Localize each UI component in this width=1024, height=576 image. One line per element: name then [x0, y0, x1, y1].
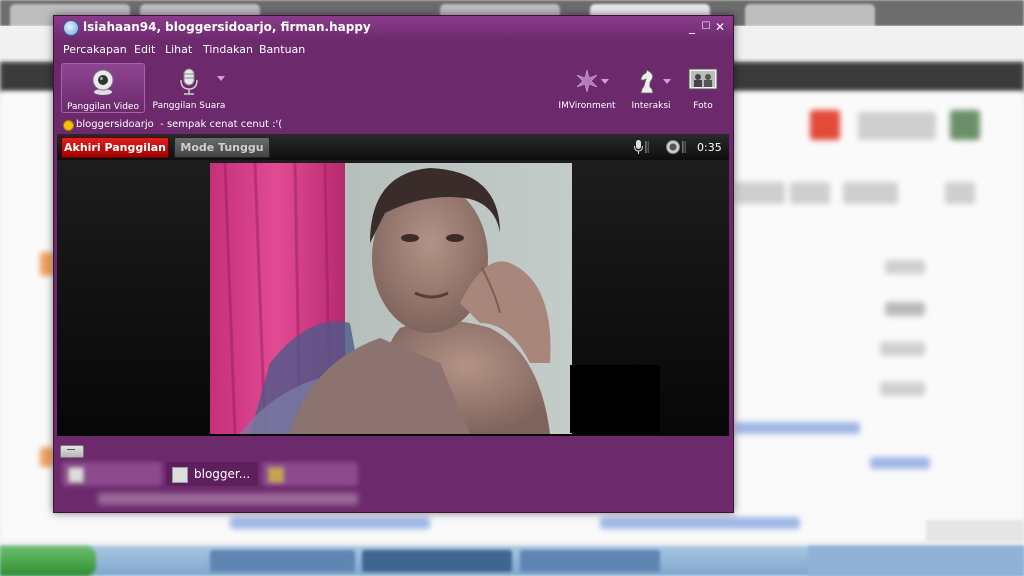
chevron-down-icon [663, 79, 671, 84]
window-titlebar[interactable]: lsiahaan94, bloggersidoarjo, firman.happ… [54, 16, 733, 40]
hold-button[interactable]: Mode Tunggu [174, 137, 270, 158]
window-title: lsiahaan94, bloggersidoarjo, firman.happ… [83, 20, 371, 34]
voice-call-button[interactable]: Panggilan Suara [150, 63, 228, 111]
microphone-volume-icon[interactable] [633, 139, 649, 155]
minimize-button[interactable]: _ [686, 20, 698, 34]
menu-edit[interactable]: Edit [134, 43, 155, 56]
imvironment-icon [576, 69, 598, 93]
conversation-tab-active[interactable]: blogger... [166, 462, 258, 486]
close-button[interactable]: ✕ [714, 20, 726, 34]
imvironment-label: IMVironment [558, 101, 616, 111]
chevron-down-icon [601, 79, 609, 84]
browser-tab [745, 4, 875, 26]
start-button [0, 546, 96, 576]
menu-tindakan[interactable]: Tindakan [203, 43, 253, 56]
system-tray [808, 546, 1024, 576]
taskbar-button [520, 550, 660, 572]
menu-lihat[interactable]: Lihat [165, 43, 192, 56]
imvironment-button[interactable]: IMVironment [556, 63, 618, 111]
video-call-label: Panggilan Video [67, 102, 139, 112]
maximize-button[interactable]: ☐ [700, 20, 712, 34]
avatar [268, 467, 284, 483]
speaker-volume-icon[interactable] [665, 139, 687, 155]
conversation-tab[interactable] [262, 462, 358, 486]
conversation-tab-label: blogger... [194, 467, 251, 481]
taskbar-button [210, 550, 355, 572]
call-controls-bar: Akhiri Panggilan Mode Tunggu 0:35 [57, 134, 729, 160]
ribbon-toolbar: Panggilan Video Panggilan Suara IMVironm… [54, 60, 733, 116]
contact-name: bloggersidoarjo [76, 119, 154, 130]
browser-statusbar-right [926, 520, 1024, 542]
video-stage [57, 160, 729, 436]
messenger-call-window: lsiahaan94, bloggersidoarjo, firman.happ… [53, 15, 734, 513]
collapse-panel-button[interactable] [60, 445, 84, 458]
input-area-blurred [98, 493, 358, 505]
online-status-icon [63, 120, 74, 131]
video-call-panel: Akhiri Panggilan Mode Tunggu 0:35 [57, 134, 729, 436]
avatar [172, 467, 188, 483]
avatar [68, 467, 84, 483]
microphone-icon [180, 68, 198, 95]
contact-status-text: bloggersidoarjo - sempak cenat cenut :'( [76, 119, 282, 130]
remote-video-image [210, 163, 572, 434]
menu-bar: Percakapan Edit Lihat Tindakan Bantuan [54, 40, 733, 60]
photo-label: Foto [693, 101, 713, 111]
call-timer: 0:35 [697, 141, 722, 154]
contact-status-line: bloggersidoarjo - sempak cenat cenut :'( [54, 117, 733, 134]
chess-knight-icon [640, 69, 654, 94]
end-call-button[interactable]: Akhiri Panggilan [61, 137, 169, 158]
remote-video-feed [210, 163, 572, 434]
conversation-tab[interactable] [62, 462, 162, 486]
status-message: - sempak cenat cenut :'( [160, 119, 283, 130]
messenger-logo-icon [63, 20, 79, 36]
photo-button[interactable]: Foto [682, 63, 724, 111]
interaction-button[interactable]: Interaksi [628, 63, 674, 111]
interaction-label: Interaksi [631, 101, 671, 111]
voice-call-label: Panggilan Suara [152, 101, 226, 111]
chevron-down-icon[interactable] [217, 76, 225, 82]
self-preview-video [570, 365, 660, 433]
taskbar-button [362, 550, 512, 572]
menu-percakapan[interactable]: Percakapan [63, 43, 127, 56]
photo-sharing-icon [688, 68, 718, 90]
video-call-button[interactable]: Panggilan Video [61, 63, 145, 113]
menu-bantuan[interactable]: Bantuan [259, 43, 305, 56]
webcam-icon [92, 69, 114, 95]
conversation-tabs: blogger... [54, 460, 733, 512]
